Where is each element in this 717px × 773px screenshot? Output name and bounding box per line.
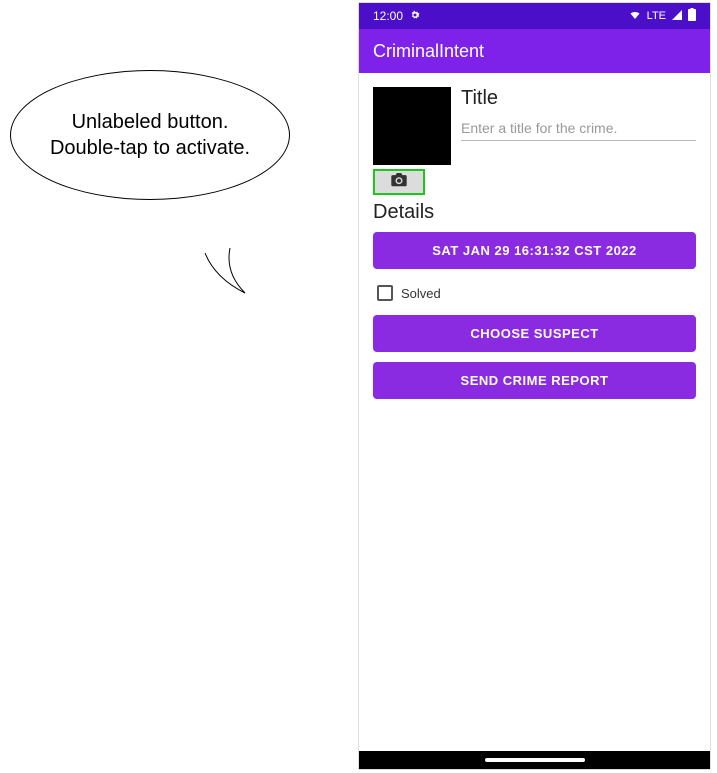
send-report-button[interactable]: SEND CRIME REPORT	[373, 362, 696, 399]
title-label: Title	[461, 87, 696, 110]
accessibility-callout: Unlabeled button. Double-tap to activate…	[10, 70, 310, 200]
choose-suspect-button[interactable]: CHOOSE SUSPECT	[373, 315, 696, 352]
camera-button[interactable]	[373, 169, 425, 195]
lte-label: LTE	[647, 10, 666, 22]
status-time: 12:00	[373, 9, 403, 23]
callout-line2: Double-tap to activate.	[50, 135, 250, 161]
callout-tail	[200, 248, 260, 298]
battery-icon	[688, 8, 696, 24]
title-input[interactable]	[461, 116, 696, 141]
phone-frame: 12:00 LTE CriminalIntent	[358, 2, 711, 770]
signal-icon	[671, 9, 683, 24]
status-bar: 12:00 LTE	[359, 3, 710, 29]
solved-row[interactable]: Solved	[373, 279, 696, 315]
solved-checkbox[interactable]	[377, 285, 393, 301]
crime-photo[interactable]	[373, 87, 451, 165]
callout-bubble: Unlabeled button. Double-tap to activate…	[10, 70, 290, 200]
wifi-icon	[628, 9, 642, 24]
details-label: Details	[373, 201, 696, 224]
app-title: CriminalIntent	[373, 41, 484, 62]
date-button[interactable]: SAT JAN 29 16:31:32 CST 2022	[373, 232, 696, 269]
navigation-bar	[359, 751, 710, 769]
nav-handle[interactable]	[485, 758, 585, 762]
callout-line1: Unlabeled button.	[50, 109, 250, 135]
app-bar: CriminalIntent	[359, 29, 710, 73]
camera-icon	[390, 173, 408, 192]
settings-icon	[409, 9, 421, 24]
content-area: Title Details SAT JAN 29 16:31:32 CST 20…	[359, 73, 710, 751]
solved-label: Solved	[401, 286, 441, 301]
